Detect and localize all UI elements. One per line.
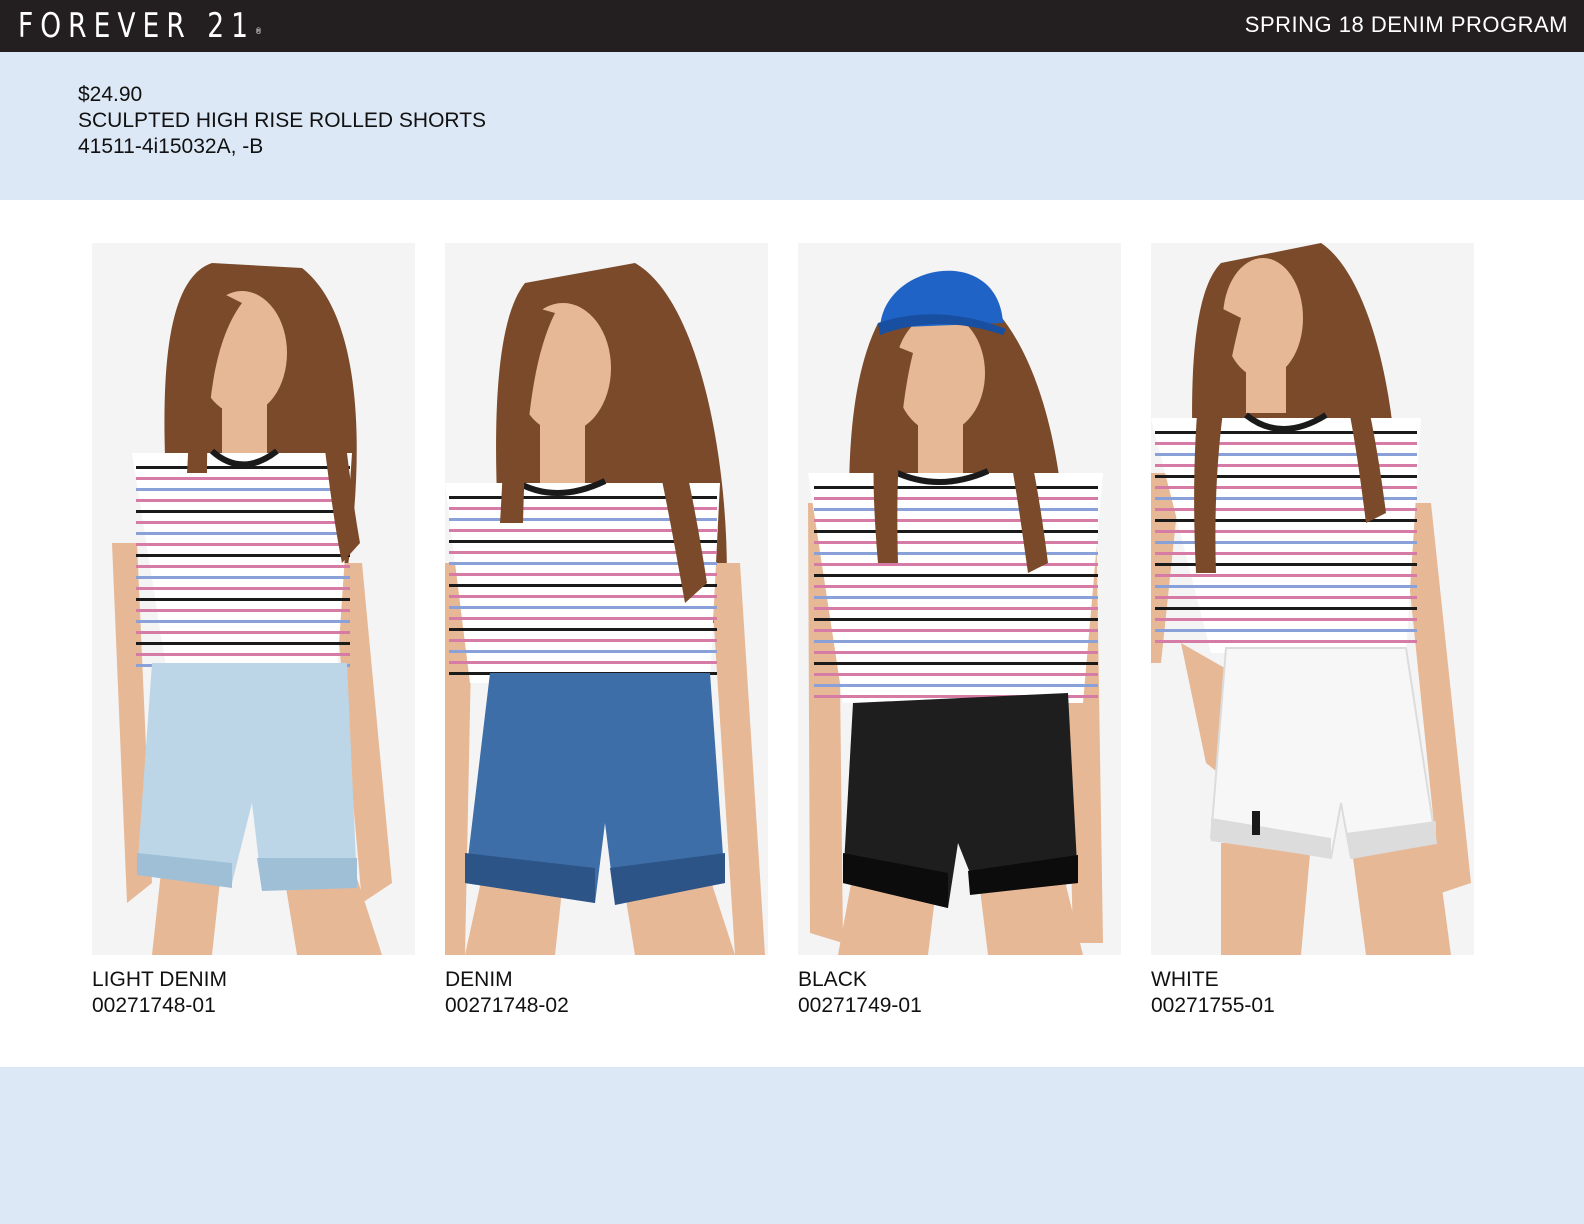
variant-caption: BLACK 00271749-01 <box>798 967 1121 1019</box>
shirt-stripe <box>814 552 1098 555</box>
shirt-stripe <box>136 510 350 513</box>
shirt-stripe <box>136 609 350 612</box>
product-info: $24.90 SCULPTED HIGH RISE ROLLED SHORTS … <box>78 82 486 160</box>
variant-color-name: LIGHT DENIM <box>92 968 227 991</box>
header-bar: FOREVER 21® SPRING 18 DENIM PROGRAM <box>0 0 1584 52</box>
variant-sku: 00271755-01 <box>1151 994 1275 1017</box>
variant-photo <box>1151 243 1474 955</box>
shirt-stripe <box>814 607 1098 610</box>
variant-photo <box>92 243 415 955</box>
shirt-stripe <box>136 499 350 502</box>
shirt-stripe <box>814 684 1098 687</box>
variant-color-name: WHITE <box>1151 968 1219 991</box>
brand-wordmark: FOREVER 21 <box>18 6 256 46</box>
shirt-stripe <box>136 576 350 579</box>
shirt-stripe <box>449 617 717 620</box>
variant-caption: WHITE 00271755-01 <box>1151 967 1474 1019</box>
shirt-stripe <box>449 639 717 642</box>
model-illustration <box>1151 243 1474 955</box>
shirt-stripe <box>136 477 350 480</box>
shirt-stripe <box>814 508 1098 511</box>
variant-color-name: BLACK <box>798 968 867 991</box>
shirt-stripe <box>814 596 1098 599</box>
brand-logo: FOREVER 21® <box>18 6 262 46</box>
shirt-stripe <box>449 628 717 631</box>
variant-caption: DENIM 00271748-02 <box>445 967 768 1019</box>
model-illustration <box>92 243 415 955</box>
shirt-stripe <box>449 584 717 587</box>
variant-photo <box>445 243 768 955</box>
variant-card: BLACK 00271749-01 <box>798 243 1121 1019</box>
registered-mark: ® <box>255 27 263 37</box>
variant-caption: LIGHT DENIM 00271748-01 <box>92 967 415 1019</box>
variant-photo <box>798 243 1121 955</box>
shirt-stripe <box>814 486 1098 489</box>
shirt-stripe <box>449 650 717 653</box>
shirt-stripe <box>814 673 1098 676</box>
shirt-stripe <box>814 640 1098 643</box>
shirt-stripe <box>136 543 350 546</box>
shirt-stripe <box>136 554 350 557</box>
shirt-stripe <box>814 530 1098 533</box>
product-price: $24.90 <box>78 83 143 106</box>
shirt-stripe <box>449 573 717 576</box>
variant-sku: 00271749-01 <box>798 994 922 1017</box>
product-name: SCULPTED HIGH RISE ROLLED SHORTS <box>78 109 487 132</box>
variant-card: DENIM 00271748-02 <box>445 243 768 1019</box>
shirt-stripe <box>136 642 350 645</box>
model-illustration <box>798 243 1121 955</box>
shirt-stripe <box>814 563 1098 566</box>
product-style-numbers: 41511-4i15032A, -B <box>78 135 264 158</box>
shirt-stripe <box>449 595 717 598</box>
variant-sku: 00271748-01 <box>92 994 216 1017</box>
shirt-stripe <box>814 585 1098 588</box>
shirt-stripe <box>1155 563 1417 566</box>
shirt-stripe <box>136 598 350 601</box>
shirt-stripe <box>136 565 350 568</box>
shirt-stripe <box>1155 640 1417 643</box>
shirt-stripe <box>814 541 1098 544</box>
shirt-stripe <box>449 562 717 565</box>
shirt-stripe <box>814 574 1098 577</box>
shirt-stripe <box>449 606 717 609</box>
footer-band <box>0 1067 1584 1224</box>
shirt-stripe <box>136 521 350 524</box>
shirt-stripe <box>1155 574 1417 577</box>
variant-sku: 00271748-02 <box>445 994 569 1017</box>
shirt-stripe <box>1155 530 1417 533</box>
shirt-stripe <box>1155 618 1417 621</box>
shirt-stripe <box>1155 629 1417 632</box>
shirt-stripe <box>136 587 350 590</box>
shirt-stripe <box>1155 541 1417 544</box>
model-illustration <box>445 243 768 955</box>
shirt-stripe <box>1155 453 1417 456</box>
shirt-stripe <box>1155 442 1417 445</box>
product-info-band: $24.90 SCULPTED HIGH RISE ROLLED SHORTS … <box>0 52 1584 200</box>
shirt-stripe <box>1155 552 1417 555</box>
shirt-stripe <box>814 497 1098 500</box>
shirt-stripe <box>814 662 1098 665</box>
shirt-stripe <box>136 532 350 535</box>
shirt-stripe <box>814 618 1098 621</box>
shirt-stripe <box>1155 585 1417 588</box>
variant-card: LIGHT DENIM 00271748-01 <box>92 243 415 1019</box>
shirt-stripe <box>814 519 1098 522</box>
shirt-stripe <box>814 651 1098 654</box>
shirt-stripe <box>136 631 350 634</box>
program-title: SPRING 18 DENIM PROGRAM <box>1244 12 1568 37</box>
shirt-stripe <box>136 653 350 656</box>
shirt-stripe <box>1155 596 1417 599</box>
variant-color-name: DENIM <box>445 968 513 991</box>
shirt-stripe <box>136 620 350 623</box>
shirt-stripe <box>1155 607 1417 610</box>
shirt-stripe <box>814 629 1098 632</box>
variant-card: WHITE 00271755-01 <box>1151 243 1474 1019</box>
variant-grid: LIGHT DENIM 00271748-01 DENIM 00271748-0… <box>92 243 1486 1033</box>
shirt-stripe <box>449 661 717 664</box>
shirt-stripe <box>136 488 350 491</box>
